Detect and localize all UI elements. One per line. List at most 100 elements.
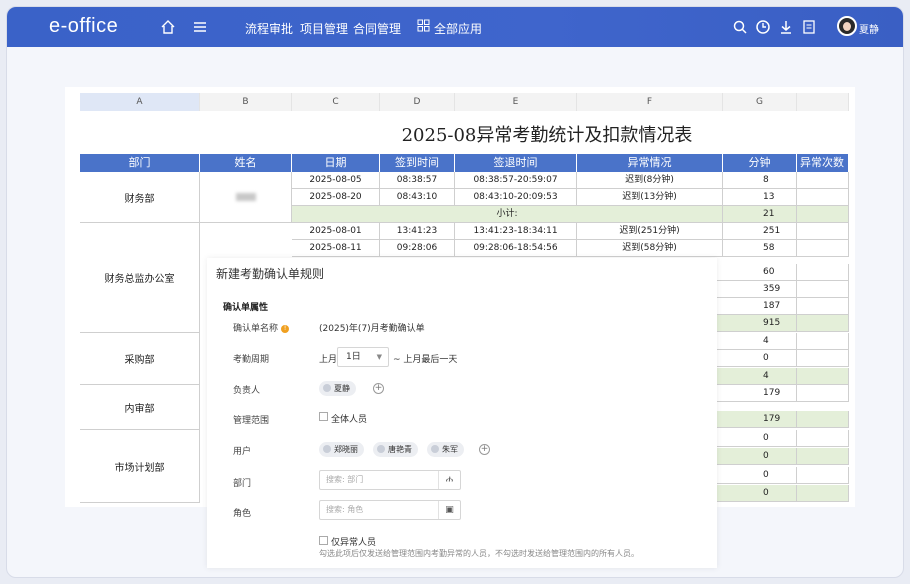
minutes-cell[interactable]: 359 [717,281,797,298]
user-chip[interactable]: 唐艳青 [373,442,418,457]
name-field-value[interactable]: (2025)年(7)月考勤确认单 [319,321,425,334]
date-cell[interactable]: 2025-08-20 [292,189,380,206]
menu-icon[interactable] [191,18,209,36]
count-cell[interactable] [797,206,849,223]
count-cell[interactable] [797,485,849,502]
count-cell[interactable] [797,172,849,189]
header-cell[interactable]: 签到时间 [380,154,455,172]
header-cell[interactable]: 异常次数 [797,154,849,172]
minutes-cell[interactable]: 60 [717,264,797,281]
checkout-cell[interactable]: 08:43:10-20:09:53 [455,189,577,206]
column-header[interactable]: C [292,93,380,111]
column-header[interactable]: D [380,93,455,111]
all-staff-checkbox[interactable] [319,412,328,421]
count-cell[interactable] [797,281,849,298]
count-cell[interactable] [797,368,849,385]
dept-cell[interactable]: 财务部 [80,172,200,223]
count-cell[interactable] [797,298,849,315]
clock-icon[interactable] [754,18,772,36]
minutes-cell[interactable]: 0 [717,448,797,465]
column-header[interactable]: B [200,93,292,111]
minutes-cell[interactable]: 0 [717,350,797,367]
name-cell-redacted[interactable] [200,172,292,223]
document-icon[interactable] [800,18,818,36]
minutes-cell[interactable]: 179 [717,411,797,428]
minutes-cell[interactable]: 915 [717,315,797,332]
minutes-cell[interactable]: 0 [717,430,797,447]
dept-cell[interactable]: 财务总监办公室 [80,223,200,333]
status-cell[interactable]: 迟到(58分钟) [577,240,723,257]
role-card-icon[interactable]: ▣ [438,501,460,519]
nav-workflow[interactable]: 流程审批 [245,20,293,37]
column-header[interactable]: G [723,93,797,111]
checkout-cell[interactable]: 13:41:23-18:34:11 [455,223,577,240]
header-cell[interactable]: 姓名 [200,154,292,172]
minutes-cell[interactable]: 179 [717,385,797,402]
status-cell[interactable]: 迟到(13分钟) [577,189,723,206]
nav-projects[interactable]: 项目管理 [300,20,348,37]
home-icon[interactable] [159,18,177,36]
header-cell[interactable]: 签退时间 [455,154,577,172]
minutes-cell[interactable]: 187 [717,298,797,315]
count-cell[interactable] [797,223,849,240]
search-icon[interactable] [731,18,749,36]
status-cell[interactable]: 迟到(251分钟) [577,223,723,240]
date-cell[interactable]: 2025-08-11 [292,240,380,257]
download-icon[interactable] [777,18,795,36]
minutes-cell[interactable]: 21 [723,206,797,223]
only-abnormal-checkbox[interactable] [319,536,328,545]
minutes-cell[interactable]: 13 [723,189,797,206]
minutes-cell[interactable]: 0 [717,485,797,502]
checkin-cell[interactable]: 13:41:23 [380,223,455,240]
apps-grid-icon[interactable] [417,19,430,32]
count-cell[interactable] [797,448,849,465]
header-cell[interactable]: 部门 [80,154,200,172]
column-header[interactable]: A [80,93,200,111]
count-cell[interactable] [797,189,849,206]
checkout-cell[interactable]: 09:28:06-18:54:56 [455,240,577,257]
status-cell[interactable]: 迟到(8分钟) [577,172,723,189]
minutes-cell[interactable]: 0 [717,467,797,484]
header-cell[interactable]: 异常情况 [577,154,723,172]
count-cell[interactable] [797,333,849,350]
count-cell[interactable] [797,315,849,332]
info-icon[interactable]: ! [281,324,290,333]
dept-cell[interactable]: 市场计划部 [80,430,200,503]
minutes-cell[interactable]: 4 [717,368,797,385]
role-search-input[interactable]: 搜索: 角色 ▣ [319,500,461,520]
nav-contracts[interactable]: 合同管理 [353,20,401,37]
count-cell[interactable] [797,264,849,281]
user-avatar[interactable] [837,16,857,36]
user-chip[interactable]: 朱军 [427,442,464,457]
user-name[interactable]: 夏静 [859,21,879,36]
owner-chip[interactable]: 夏静 [319,381,356,396]
checkin-cell[interactable]: 08:43:10 [380,189,455,206]
column-header[interactable]: F [577,93,723,111]
org-tree-icon[interactable]: ሐ [438,471,460,489]
minutes-cell[interactable]: 58 [723,240,797,257]
count-cell[interactable] [797,467,849,484]
column-header[interactable]: E [455,93,577,111]
subtotal-cell[interactable]: 小计: [292,206,723,223]
column-header[interactable] [797,93,849,111]
header-cell[interactable]: 日期 [292,154,380,172]
add-user-icon[interactable]: + [479,444,490,455]
dept-cell[interactable]: 内审部 [80,385,200,430]
count-cell[interactable] [797,430,849,447]
dept-cell[interactable]: 采购部 [80,333,200,385]
header-cell[interactable]: 分钟 [723,154,797,172]
count-cell[interactable] [797,350,849,367]
minutes-cell[interactable]: 8 [723,172,797,189]
count-cell[interactable] [797,411,849,428]
date-cell[interactable]: 2025-08-05 [292,172,380,189]
period-day-select[interactable]: 1日 ▼ [337,347,389,367]
nav-all-apps[interactable]: 全部应用 [434,20,482,37]
count-cell[interactable] [797,240,849,257]
count-cell[interactable] [797,385,849,402]
minutes-cell[interactable]: 4 [717,333,797,350]
minutes-cell[interactable]: 251 [723,223,797,240]
checkin-cell[interactable]: 09:28:06 [380,240,455,257]
checkin-cell[interactable]: 08:38:57 [380,172,455,189]
add-owner-icon[interactable]: + [373,383,384,394]
user-chip[interactable]: 郑晓丽 [319,442,364,457]
